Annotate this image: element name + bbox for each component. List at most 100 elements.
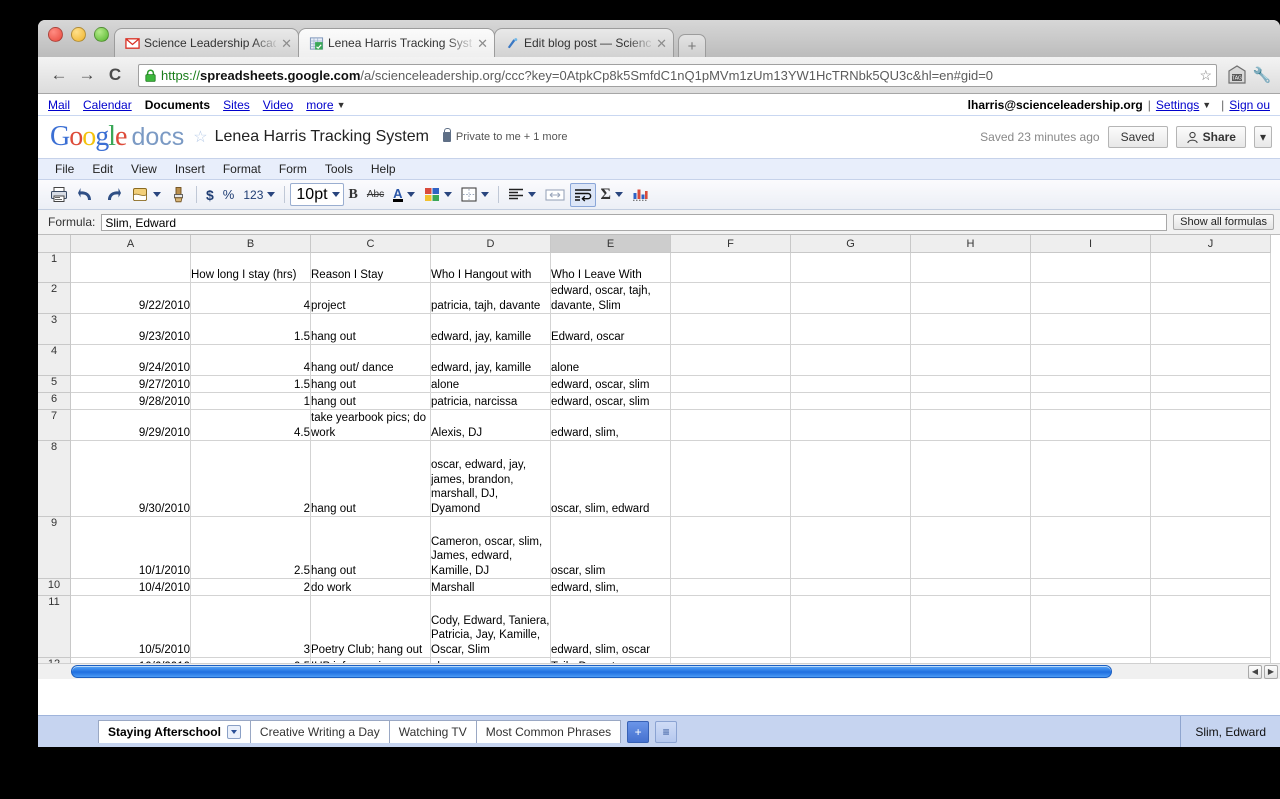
- cell-B6[interactable]: 1: [191, 393, 311, 410]
- cell-D5[interactable]: alone: [431, 376, 551, 393]
- cell-H5[interactable]: [911, 376, 1031, 393]
- cell-F9[interactable]: [671, 517, 791, 579]
- browser-tab-2[interactable]: Lenea Harris Tracking System ✕: [298, 28, 495, 57]
- cell-G5[interactable]: [791, 376, 911, 393]
- gbar-link-calendar[interactable]: Calendar: [83, 98, 132, 112]
- cell-G9[interactable]: [791, 517, 911, 579]
- chevron-down-icon[interactable]: [444, 192, 452, 197]
- forward-arrow-icon[interactable]: →: [74, 63, 100, 87]
- cell-A3[interactable]: 9/23/2010: [71, 314, 191, 345]
- cell-F11[interactable]: [671, 596, 791, 658]
- menu-file[interactable]: File: [46, 160, 83, 178]
- column-header-g[interactable]: G: [791, 235, 911, 253]
- cell-E10[interactable]: edward, slim,: [551, 579, 671, 596]
- add-sheet-button[interactable]: +: [627, 721, 649, 743]
- zoom-window-button[interactable]: [94, 27, 109, 42]
- cell-A10[interactable]: 10/4/2010: [71, 579, 191, 596]
- cell-G3[interactable]: [791, 314, 911, 345]
- cell-H6[interactable]: [911, 393, 1031, 410]
- cell-G10[interactable]: [791, 579, 911, 596]
- cell-C9[interactable]: hang out: [311, 517, 431, 579]
- chevron-down-icon[interactable]: [407, 192, 415, 197]
- column-header-h[interactable]: H: [911, 235, 1031, 253]
- number-format-button[interactable]: 123: [239, 183, 279, 207]
- cell-D8[interactable]: oscar, edward, jay, james, brandon, mars…: [431, 441, 551, 517]
- column-header-j[interactable]: J: [1151, 235, 1271, 253]
- browser-tab-3[interactable]: Edit blog post — Science Lea ✕: [494, 28, 674, 57]
- scroll-left-arrow-icon[interactable]: ◀: [1248, 665, 1262, 679]
- gbar-more-link[interactable]: more: [306, 98, 333, 112]
- redo-button[interactable]: [100, 183, 126, 207]
- cell-B3[interactable]: 1.5: [191, 314, 311, 345]
- menu-format[interactable]: Format: [214, 160, 270, 178]
- chevron-down-icon[interactable]: [332, 192, 340, 197]
- cell-J6[interactable]: [1151, 393, 1271, 410]
- horizontal-scrollbar[interactable]: ◀ ▶: [38, 663, 1280, 679]
- cell-E4[interactable]: alone: [551, 345, 671, 376]
- bookmark-star-icon[interactable]: ☆: [1193, 67, 1212, 84]
- privacy-indicator[interactable]: Private to me + 1 more: [443, 131, 568, 143]
- strikethrough-button[interactable]: Abc: [363, 183, 388, 207]
- cell-G7[interactable]: [791, 410, 911, 441]
- cell-I2[interactable]: [1031, 283, 1151, 314]
- cell-F6[interactable]: [671, 393, 791, 410]
- chevron-down-icon[interactable]: [267, 192, 275, 197]
- cell-C4[interactable]: hang out/ dance: [311, 345, 431, 376]
- cell-D3[interactable]: edward, jay, kamille: [431, 314, 551, 345]
- cell-G4[interactable]: [791, 345, 911, 376]
- cell-C6[interactable]: hang out: [311, 393, 431, 410]
- cell-H8[interactable]: [911, 441, 1031, 517]
- insert-chart-button[interactable]: [628, 183, 653, 207]
- browser-tab-1[interactable]: Science Leadership Academy ✕: [114, 28, 299, 57]
- cell-E1[interactable]: Who I Leave With: [551, 253, 671, 283]
- scrollbar-thumb[interactable]: [71, 665, 1112, 678]
- cell-H7[interactable]: [911, 410, 1031, 441]
- cell-A6[interactable]: 9/28/2010: [71, 393, 191, 410]
- document-title[interactable]: Lenea Harris Tracking System: [215, 128, 429, 146]
- cell-D1[interactable]: Who I Hangout with: [431, 253, 551, 283]
- clear-formatting-button[interactable]: [166, 183, 191, 207]
- cell-F5[interactable]: [671, 376, 791, 393]
- cell-H2[interactable]: [911, 283, 1031, 314]
- menu-form[interactable]: Form: [270, 160, 316, 178]
- cell-C7[interactable]: take yearbook pics; do work: [311, 410, 431, 441]
- cell-B7[interactable]: 4.5: [191, 410, 311, 441]
- row-header-10[interactable]: 10: [38, 579, 71, 596]
- sheet-tab-creative-writing-a-day[interactable]: Creative Writing a Day: [250, 720, 389, 743]
- cell-I10[interactable]: [1031, 579, 1151, 596]
- cell-C11[interactable]: Poetry Club; hang out: [311, 596, 431, 658]
- cell-H1[interactable]: [911, 253, 1031, 283]
- column-header-c[interactable]: C: [311, 235, 431, 253]
- menu-tools[interactable]: Tools: [316, 160, 362, 178]
- cell-G6[interactable]: [791, 393, 911, 410]
- cell-J4[interactable]: [1151, 345, 1271, 376]
- cell-G11[interactable]: [791, 596, 911, 658]
- cell-C1[interactable]: Reason I Stay: [311, 253, 431, 283]
- cell-F10[interactable]: [671, 579, 791, 596]
- cell-J7[interactable]: [1151, 410, 1271, 441]
- column-header-f[interactable]: F: [671, 235, 791, 253]
- chevron-down-icon[interactable]: [528, 192, 536, 197]
- minimize-window-button[interactable]: [71, 27, 86, 42]
- cell-H9[interactable]: [911, 517, 1031, 579]
- cell-J9[interactable]: [1151, 517, 1271, 579]
- scrollbar-track[interactable]: [71, 665, 1252, 678]
- cell-A11[interactable]: 10/5/2010: [71, 596, 191, 658]
- row-header-4[interactable]: 4: [38, 345, 71, 376]
- align-button[interactable]: [504, 183, 540, 207]
- cell-E6[interactable]: edward, oscar, slim: [551, 393, 671, 410]
- cell-B10[interactable]: 2: [191, 579, 311, 596]
- cell-B8[interactable]: 2: [191, 441, 311, 517]
- cell-J5[interactable]: [1151, 376, 1271, 393]
- cell-B1[interactable]: How long I stay (hrs): [191, 253, 311, 283]
- cell-B11[interactable]: 3: [191, 596, 311, 658]
- cell-J3[interactable]: [1151, 314, 1271, 345]
- cell-I1[interactable]: [1031, 253, 1151, 283]
- fill-color-button[interactable]: [420, 183, 456, 207]
- row-header-8[interactable]: 8: [38, 441, 71, 517]
- text-color-button[interactable]: A: [389, 183, 418, 207]
- formula-input[interactable]: Slim, Edward: [101, 214, 1167, 231]
- cell-E5[interactable]: edward, oscar, slim: [551, 376, 671, 393]
- menu-view[interactable]: View: [122, 160, 166, 178]
- column-header-a[interactable]: A: [71, 235, 191, 253]
